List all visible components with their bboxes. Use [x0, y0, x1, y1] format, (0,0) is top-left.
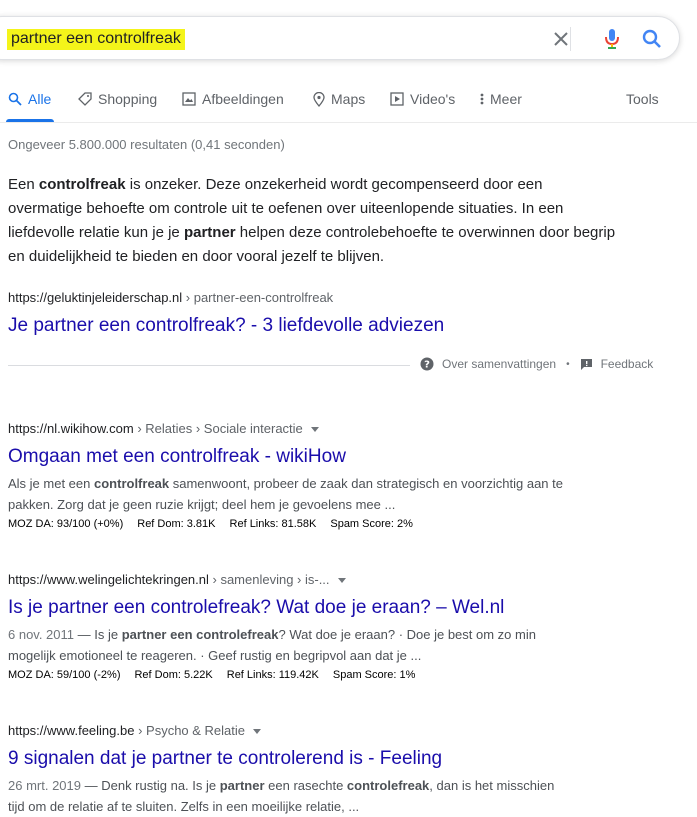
result-url[interactable]: https://www.welingelichtekringen.nl › sa… [8, 571, 688, 589]
search-icon [8, 92, 22, 106]
result-title-link[interactable]: Omgaan met een controlfreak - wikiHow [8, 444, 688, 470]
featured-source-url[interactable]: https://geluktinjeleiderschap.nl › partn… [8, 289, 333, 307]
result-description: Als je met een controlfreak samenwoont, … [8, 476, 563, 512]
feedback-link[interactable]: Feedback [580, 357, 653, 371]
tab-label: Afbeeldingen [202, 91, 284, 107]
tab-videos[interactable]: Video's [390, 88, 455, 110]
result-description: 26 mrt. 2019 — Denk rustig na. Is je par… [8, 778, 555, 814]
tab-shopping[interactable]: Shopping [78, 88, 157, 110]
result-url[interactable]: https://nl.wikihow.com › Relaties › Soci… [8, 420, 688, 438]
result-title-link[interactable]: 9 signalen dat je partner te controleren… [8, 746, 688, 772]
result-description: 6 nov. 2011 — Is je partner een controle… [8, 627, 536, 663]
help-icon: ? [420, 357, 434, 371]
tools-button[interactable]: Tools [626, 88, 659, 110]
close-icon[interactable] [550, 28, 572, 50]
tab-label: Video's [410, 91, 456, 107]
map-pin-icon [313, 91, 325, 107]
tab-label: Meer [490, 91, 522, 107]
tools-label: Tools [626, 91, 659, 107]
featured-divider [8, 365, 410, 366]
featured-snippet-text: Een controlfreak is onzeker. Deze onzeke… [8, 176, 616, 265]
microphone-icon[interactable] [601, 28, 623, 50]
result-stats: Ongeveer 5.800.000 resultaten (0,41 seco… [8, 137, 285, 152]
moz-metrics: MOZ DA: 93/100 (+0%) Ref Dom: 3.81K Ref Li… [8, 518, 413, 530]
search-result: https://www.feeling.be › Psycho & Relati… [8, 722, 688, 817]
play-icon [390, 92, 404, 106]
search-icon[interactable] [641, 28, 663, 50]
tabs-divider [0, 122, 697, 123]
result-title-link[interactable]: Is je partner een controlefreak? Wat doe… [8, 595, 688, 621]
chevron-down-icon[interactable] [253, 729, 262, 735]
tab-maps[interactable]: Maps [313, 88, 365, 110]
search-result: https://www.welingelichtekringen.nl › sa… [8, 571, 688, 683]
featured-footer: ? Over samenvattingen • Feedback [420, 357, 653, 371]
tab-label: Alle [28, 91, 52, 107]
tab-meer[interactable]: Meer [480, 88, 522, 110]
search-tabs: Alle Shopping Afbeeldingen Maps Video's … [0, 88, 697, 122]
search-box-divider [570, 27, 571, 51]
tab-afbeeldingen[interactable]: Afbeeldingen [182, 88, 284, 110]
tab-alle[interactable]: Alle [8, 88, 51, 110]
chevron-down-icon[interactable] [310, 427, 319, 433]
tag-icon [78, 92, 92, 106]
chevron-down-icon[interactable] [337, 578, 346, 584]
search-input[interactable]: partner een controlfreak [7, 29, 185, 50]
svg-text:?: ? [424, 360, 430, 371]
feedback-icon [580, 358, 592, 370]
featured-title-link[interactable]: Je partner een controlfreak? - 3 liefdev… [8, 313, 444, 339]
about-snippets-link[interactable]: ? Over samenvattingen [420, 357, 556, 371]
tab-label: Shopping [98, 91, 158, 107]
moz-metrics: MOZ DA: 59/100 (-2%) Ref Dom: 5.22K Ref Li… [8, 669, 416, 681]
result-url[interactable]: https://www.feeling.be › Psycho & Relati… [8, 722, 688, 740]
search-result: https://nl.wikihow.com › Relaties › Soci… [8, 420, 688, 532]
separator-dot: • [566, 358, 570, 370]
image-icon [182, 92, 196, 106]
search-box[interactable]: partner een controlfreak [0, 16, 680, 60]
tab-label: Maps [331, 91, 366, 107]
more-vert-icon [480, 93, 484, 105]
